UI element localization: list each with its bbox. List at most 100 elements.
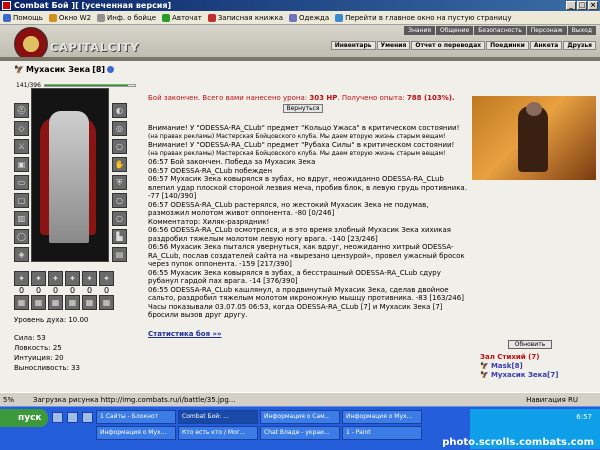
quick-launch-icon[interactable] — [82, 412, 93, 423]
top-nav: Знания Общение Безопасность Персонаж Вых… — [404, 26, 596, 35]
slot-ring2[interactable]: ○ — [112, 193, 127, 208]
slot-weapon[interactable]: ⚔ — [14, 139, 29, 154]
tb-help[interactable]: Помощь — [3, 13, 43, 22]
slot-belt[interactable]: ▭ — [14, 175, 29, 190]
slot-amulet[interactable]: ◈ — [14, 247, 29, 262]
clock: 6:57 — [576, 413, 592, 421]
status-text: Загрузка рисунка http://img.combats.ru/i… — [33, 395, 236, 404]
help-icon — [3, 13, 11, 22]
tb-notebook[interactable]: Записная книжка — [207, 13, 283, 22]
battle-stats-link[interactable]: Статистика боя »» — [148, 330, 222, 338]
slot-ring3[interactable]: ○ — [112, 211, 127, 226]
spell-icon: ✦ — [48, 271, 63, 286]
nav-knowledge[interactable]: Знания — [404, 26, 435, 35]
stat-strength: Сила: 53 — [14, 334, 46, 342]
spell-icon: ✦ — [99, 271, 114, 286]
player-name[interactable]: Мухасик Зека — [26, 65, 90, 74]
slot-bracer[interactable]: ◇ — [14, 121, 29, 136]
task-button[interactable]: Информация о Мух... — [342, 410, 422, 424]
close-button[interactable]: × — [588, 1, 598, 10]
nav-communication[interactable]: Общение — [435, 26, 474, 35]
task-button[interactable]: 1 Сайты - Блокнот — [96, 410, 176, 424]
maximize-button[interactable]: □ — [577, 1, 587, 10]
nav-security[interactable]: Безопасность — [474, 26, 526, 35]
tb-main-window[interactable]: Перейти в главное окно на пустую страниц… — [335, 13, 511, 22]
log-entry: 06:57 ODESSA-RA_CLub побежден — [148, 166, 273, 175]
slot-ring1[interactable]: ○ — [112, 139, 127, 154]
slot-necklace[interactable]: ◎ — [112, 121, 127, 136]
task-button[interactable]: Кто есть кто / Мог... — [178, 426, 258, 440]
nav-character[interactable]: Персонаж — [526, 26, 567, 35]
room-user-name: Mask[8] — [490, 362, 523, 370]
task-button[interactable]: Информация о Сам... — [260, 410, 340, 424]
task-button[interactable]: Информация о Мух... — [96, 426, 176, 440]
spell-icon: ✦ — [14, 271, 29, 286]
room-user[interactable]: 🦅 Мухасик Зека[7] — [480, 371, 558, 380]
spell-slot[interactable]: ✦ 0 — [99, 271, 114, 295]
subnav-skills[interactable]: Умения — [376, 41, 411, 50]
tb-window-w2[interactable]: Окно W2 — [48, 13, 91, 22]
inventory-item-icon[interactable]: ▦ — [48, 295, 63, 310]
avatar-knight — [49, 111, 89, 243]
stat-endurance: Выносливость: 33 — [14, 364, 81, 372]
return-button[interactable]: Вернуться — [283, 104, 323, 113]
slot-pocket[interactable]: ▢ — [14, 193, 29, 208]
tb-autochat[interactable]: Авточат — [162, 13, 202, 22]
window-title-bar[interactable]: Combat Бой ][ [усеченная версия] _ □ × — [0, 0, 600, 11]
inventory-item-icon[interactable]: ▦ — [14, 295, 29, 310]
opponent-head — [526, 102, 542, 116]
battle-result: Бой закончен. Всего вами нанесено урона:… — [148, 94, 455, 102]
log-entry: 06:57 Мухасик Зека ковырялся в зубах, но… — [148, 175, 467, 200]
log-entry: (на правах рекламы) Мастерская Бойцовско… — [148, 132, 446, 140]
inventory-item-icon[interactable]: ▦ — [99, 295, 114, 310]
spell-count: 0 — [103, 286, 110, 295]
window-icon — [48, 13, 57, 22]
quick-launch-icon[interactable] — [67, 412, 78, 423]
log-entry: 06:56 ODESSA-RA_CLub осмотрелся, и в это… — [148, 226, 451, 243]
result-exp: 788 (103%). — [406, 94, 455, 102]
slot-helmet[interactable]: ⛑ — [14, 103, 29, 118]
subnav-duels[interactable]: Поединки — [486, 41, 529, 50]
task-button-active[interactable]: Combat Бой: ... — [178, 410, 258, 424]
slot-boots[interactable]: ▙ — [112, 229, 127, 244]
result-damage: 303 HP — [309, 94, 338, 102]
inventory-item-icon[interactable]: ▦ — [82, 295, 97, 310]
inventory-item-icon[interactable]: ▦ — [31, 295, 46, 310]
spell-slot[interactable]: ✦ 0 — [82, 271, 97, 295]
slot-shield[interactable]: ⛨ — [112, 175, 127, 190]
slot-armor[interactable]: ▣ — [14, 157, 29, 172]
subnav-friends[interactable]: Друзья — [563, 41, 596, 50]
task-button[interactable]: 1 - Paint — [342, 426, 422, 440]
update-button[interactable]: Обновить — [508, 340, 552, 349]
spell-slot[interactable]: ✦ 0 — [31, 271, 46, 295]
tb-fighter-info[interactable]: Инф. о бойце — [97, 13, 156, 22]
spell-slot[interactable]: ✦ 0 — [65, 271, 80, 295]
info-icon — [97, 13, 106, 22]
room-user[interactable]: 🦅 Mask[8] — [480, 362, 558, 371]
spell-count: 0 — [69, 286, 76, 295]
inventory-item-icon[interactable]: ▦ — [65, 295, 80, 310]
hp-bar — [44, 84, 136, 87]
minimize-button[interactable]: _ — [566, 1, 576, 10]
site-header: CAPITALCITY Знания Общение Безопасность … — [0, 25, 600, 61]
slot-pants[interactable]: ▥ — [14, 211, 29, 226]
nav-exit[interactable]: Выход — [567, 26, 596, 35]
task-list: 1 Сайты - Блокнот Combat Бой: ... Информ… — [96, 410, 466, 440]
subnav-profile[interactable]: Анкета — [529, 41, 563, 50]
subnav-transfers[interactable]: Отчет о переводах — [411, 41, 486, 50]
slot-ring-left[interactable]: ◯ — [14, 229, 29, 244]
slot-earrings[interactable]: ◐ — [112, 103, 127, 118]
tb-clothing[interactable]: Одежда — [289, 13, 329, 22]
slot-extra[interactable]: ▤ — [112, 247, 127, 262]
player-info-icon[interactable] — [107, 66, 115, 73]
spell-slot[interactable]: ✦ 0 — [48, 271, 63, 295]
task-button[interactable]: Chat Владе - украи... — [260, 426, 340, 440]
spell-slot[interactable]: ✦ 0 — [14, 271, 29, 295]
globe-icon — [335, 13, 344, 22]
player-level: [8] — [92, 65, 106, 74]
start-button[interactable]: пуск — [0, 409, 48, 427]
subnav-inventory[interactable]: Инвентарь — [330, 41, 376, 50]
slot-gloves[interactable]: ✋ — [112, 157, 127, 172]
log-entry: 06:56 Мухасик Зека пытался увернуться, к… — [148, 243, 465, 268]
quick-launch-icon[interactable] — [52, 412, 63, 423]
